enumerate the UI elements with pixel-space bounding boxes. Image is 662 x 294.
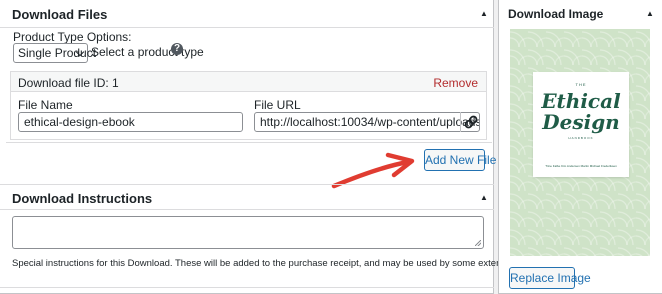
divider xyxy=(0,184,494,185)
cover-the: THE xyxy=(575,82,587,87)
cover-authors: Trine Falbe Kim Andersen Martin Michael … xyxy=(545,164,617,168)
download-file-header: Download file ID: 1 Remove xyxy=(11,72,486,92)
remove-file-link[interactable]: Remove xyxy=(433,76,478,90)
collapse-download-files-icon[interactable]: ▲ xyxy=(480,9,488,18)
divider xyxy=(6,142,492,143)
download-instructions-help: Special instructions for this Download. … xyxy=(12,258,572,269)
cover-title-line1: Ethical xyxy=(541,89,621,113)
file-url-input[interactable]: http://localhost:10034/wp-content/upload… xyxy=(254,112,480,132)
cover-title: Ethical Design xyxy=(533,91,629,133)
divider xyxy=(0,27,494,28)
resize-handle-icon[interactable] xyxy=(475,240,481,246)
download-instructions-textarea[interactable] xyxy=(12,216,484,249)
file-name-input[interactable]: ethical-design-ebook xyxy=(18,112,243,132)
help-icon[interactable]: ? xyxy=(171,43,183,55)
file-name-label: File Name xyxy=(18,98,73,112)
cover-subtitle: HANDBOOK xyxy=(568,136,594,140)
download-image-title: Download Image xyxy=(508,7,604,21)
download-files-title: Download Files xyxy=(12,7,108,22)
file-url-label: File URL xyxy=(254,98,301,112)
link-icon xyxy=(464,115,478,129)
product-type-label: Product Type Options: xyxy=(13,30,132,44)
collapse-download-image-icon[interactable]: ▲ xyxy=(646,9,654,18)
book-cover-card: THE Ethical Design HANDBOOK Trine Falbe … xyxy=(533,72,629,177)
download-instructions-title: Download Instructions xyxy=(12,191,153,206)
collapse-download-instructions-icon[interactable]: ▲ xyxy=(480,193,488,202)
cover-title-line2: Design xyxy=(542,110,620,134)
divider xyxy=(0,287,494,288)
add-new-file-button[interactable]: Add New File xyxy=(424,149,496,171)
download-image-preview[interactable]: THE Ethical Design HANDBOOK Trine Falbe … xyxy=(510,29,650,256)
product-type-select[interactable]: Single Product xyxy=(13,43,96,63)
product-type-select-value: Single Product xyxy=(18,46,97,60)
annotation-arrow xyxy=(331,152,415,189)
insert-file-link-button[interactable] xyxy=(460,112,480,132)
product-type-hint: Select a product type xyxy=(91,45,204,59)
divider xyxy=(0,209,494,210)
download-file-id: Download file ID: 1 xyxy=(18,76,119,90)
replace-image-button[interactable]: Replace Image xyxy=(509,267,591,289)
